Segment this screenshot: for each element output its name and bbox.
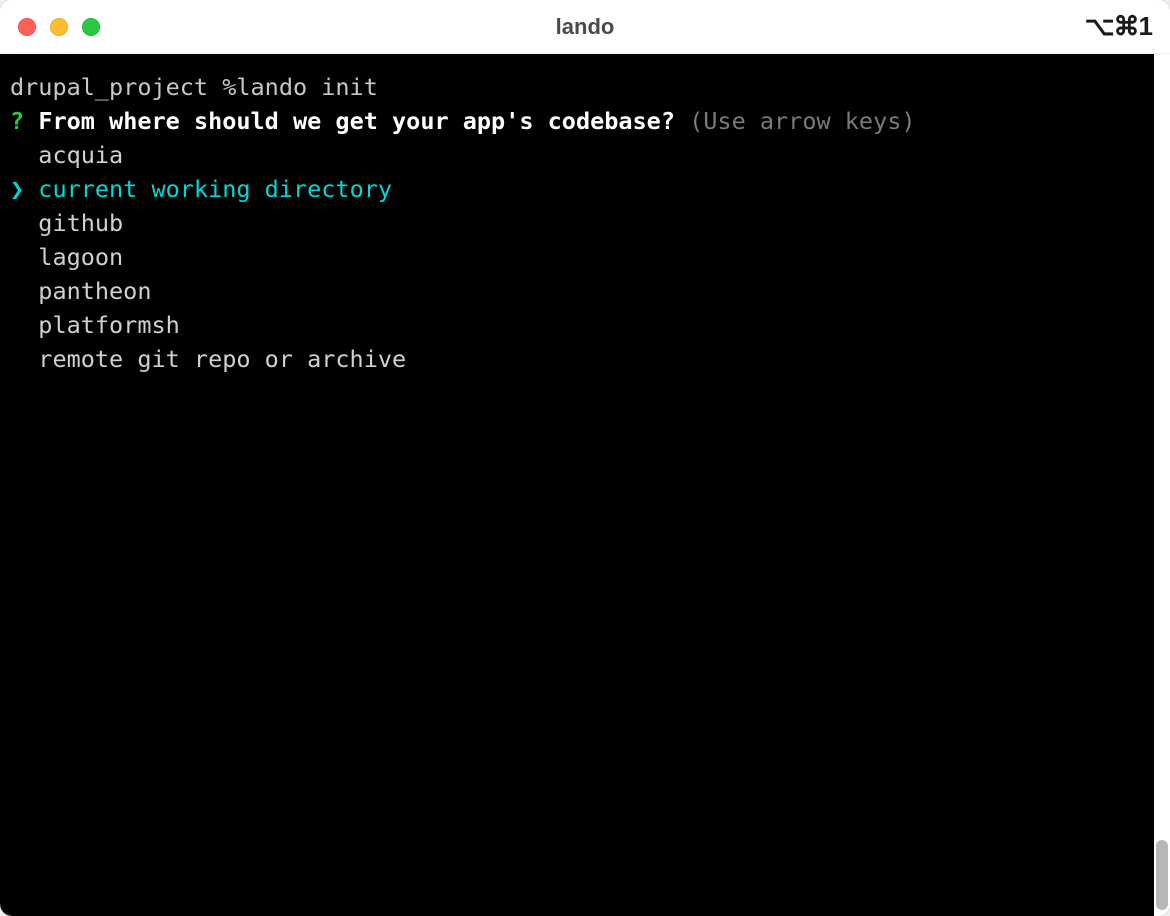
question-marker: ?	[10, 107, 24, 135]
maximize-button[interactable]	[82, 18, 100, 36]
shortcut-indicator: ⌥⌘1	[1085, 11, 1152, 42]
terminal-window: lando ⌥⌘1 drupal_project %lando init ? F…	[0, 0, 1170, 916]
option-item[interactable]: acquia	[10, 138, 1144, 172]
option-label: pantheon	[10, 277, 151, 305]
terminal-area: drupal_project %lando init ? From where …	[0, 54, 1170, 916]
option-item[interactable]: platformsh	[10, 308, 1144, 342]
scrollbar-thumb[interactable]	[1156, 840, 1168, 910]
option-item[interactable]: github	[10, 206, 1144, 240]
option-label: remote git repo or archive	[10, 345, 406, 373]
question-line: ? From where should we get your app's co…	[10, 104, 1144, 138]
question-hint: (Use arrow keys)	[689, 107, 915, 135]
option-label: platformsh	[10, 311, 180, 339]
option-label: github	[10, 209, 123, 237]
option-item[interactable]: lagoon	[10, 240, 1144, 274]
option-item[interactable]: remote git repo or archive	[10, 342, 1144, 376]
close-button[interactable]	[18, 18, 36, 36]
option-label: current working directory	[24, 175, 392, 203]
minimize-button[interactable]	[50, 18, 68, 36]
window-controls	[18, 18, 100, 36]
titlebar: lando ⌥⌘1	[0, 0, 1170, 54]
option-label: lagoon	[10, 243, 123, 271]
terminal-output[interactable]: drupal_project %lando init ? From where …	[0, 54, 1154, 916]
command-text: lando init	[236, 73, 377, 101]
question-text: From where should we get your app's code…	[38, 107, 675, 135]
option-label: acquia	[10, 141, 123, 169]
option-item[interactable]: pantheon	[10, 274, 1144, 308]
pointer-icon: ❯	[10, 175, 24, 203]
options-list: acquia ❯ current working directory github…	[10, 138, 1144, 376]
window-title: lando	[556, 14, 615, 40]
option-item[interactable]: ❯ current working directory	[10, 172, 1144, 206]
scrollbar-track[interactable]	[1154, 54, 1170, 916]
prompt-line: drupal_project %lando init	[10, 70, 1144, 104]
prompt-text: drupal_project %	[10, 73, 236, 101]
